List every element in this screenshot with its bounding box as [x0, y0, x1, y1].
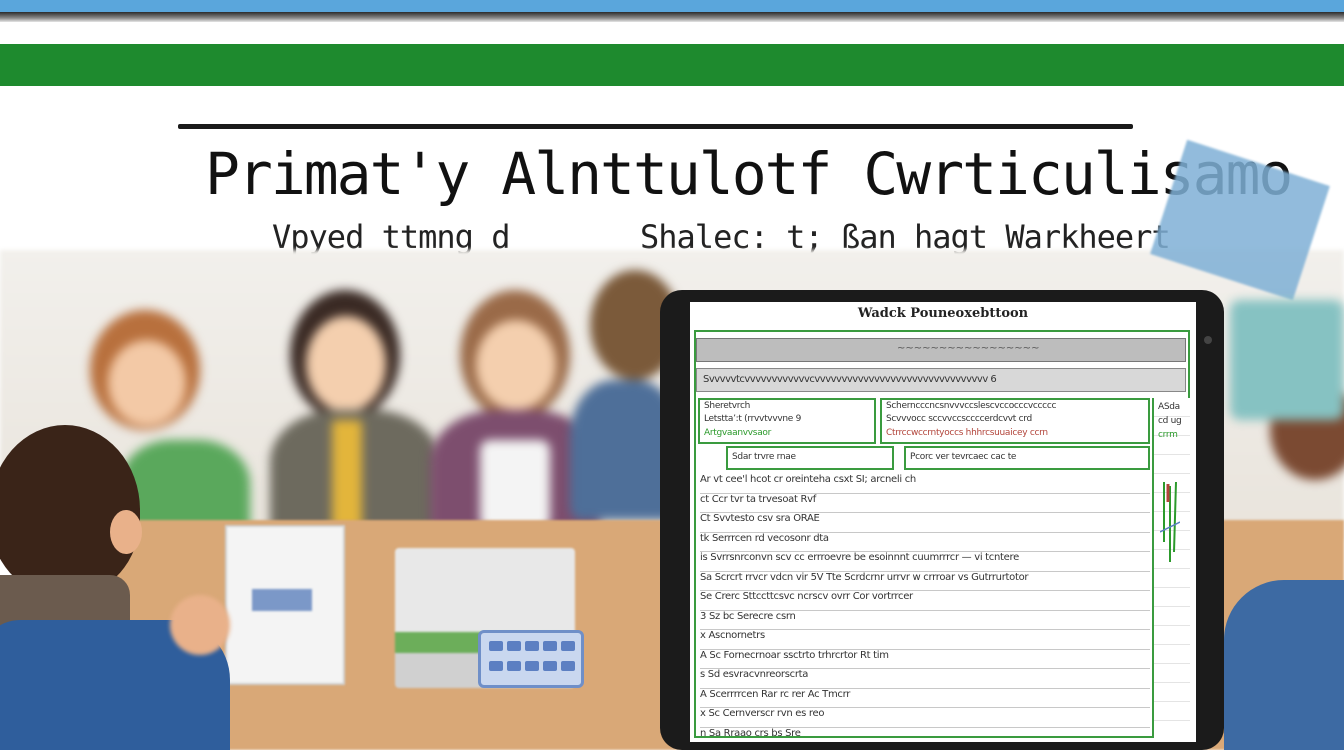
- box-line: Ctrrccwccrntyoccs hhhrcsuuaicey ccrn: [886, 428, 1048, 438]
- worksheet-line: tk Serrrcen rd vecosonr dta: [700, 533, 1150, 552]
- green-header-band: [0, 44, 1344, 86]
- worksheet-title: Wadck Pouneoxebttoon: [857, 306, 1029, 321]
- calculator-icon: [478, 630, 584, 688]
- worksheet-line: A Sc Fornecrnoar ssctrto trhrcrtor Rt ti…: [700, 650, 1150, 669]
- worksheet-line: 3 Sz bc Serecre csrn: [700, 611, 1150, 630]
- worksheet-line: Ar vt cee'l hcot cr oreinteha csxt SI; a…: [700, 474, 1150, 494]
- worksheet-line: ct Ccr tvr ta trvesoat Rvf: [700, 494, 1150, 513]
- worksheet-line: is Svrrsnrconvn scv cc errroevre be esoi…: [700, 552, 1150, 572]
- field-text: Sdar trvre rnae: [732, 452, 796, 462]
- box-line: Artgvaanvvsaor: [704, 428, 772, 438]
- worksheet-screen: Wadck Pouneoxebttoon ~~~~~~~~~~~~~~~~~ S…: [690, 302, 1196, 742]
- side-graph-icon: [1160, 482, 1180, 562]
- info-box-left: Sheretvrch Letstta’:t (rrvvtvvvne 9 Artg…: [698, 398, 876, 444]
- top-shadow-edge: [0, 12, 1344, 22]
- field-box-right: Pcorc ver tevrcaec cac te: [904, 446, 1150, 470]
- foreground-student: [0, 425, 240, 750]
- paper-stack: [225, 525, 345, 685]
- worksheet-line: x Ascnornetrs: [700, 630, 1150, 650]
- worksheet-lines: Ar vt cee'l hcot cr oreinteha csxt SI; a…: [700, 474, 1150, 742]
- worksheet-line: s Sd esvracvnreorscrta: [700, 669, 1150, 689]
- right-student: [1224, 580, 1344, 750]
- worksheet-line: n Sa Rraao crs bs Sre: [700, 728, 1150, 743]
- title-rule: [178, 124, 1133, 129]
- worksheet-line: Sa Scrcrt rrvcr vdcn vir 5V Tte Scrdcrnr…: [700, 572, 1150, 591]
- worksheet-line: Ct Svvtesto csv sra ORAE: [700, 513, 1150, 533]
- side-label: crrm: [1158, 430, 1178, 440]
- field-box-left: Sdar trvre rnae: [726, 446, 894, 470]
- camera-icon: [1204, 336, 1212, 344]
- box-line: Sheretvrch: [704, 401, 751, 411]
- worksheet-header-bar: ~~~~~~~~~~~~~~~~~: [696, 338, 1186, 362]
- tablet-device: Wadck Pouneoxebttoon ~~~~~~~~~~~~~~~~~ S…: [660, 290, 1224, 750]
- top-blue-bar: [0, 0, 1344, 12]
- info-box-right: Scherncccncsnvvvccslescvccocccvccccc Scv…: [880, 398, 1150, 444]
- box-line: Letstta’:t (rrvvtvvvne 9: [704, 414, 802, 424]
- worksheet-line: x Sc Cernverscr rvn es reo: [700, 708, 1150, 728]
- page-title: Primat'y Alnttulotf Cwrticulisamo: [205, 140, 1293, 208]
- subheader-bar-text: Svvvvvtcvvvvvvvvvvvvcvvvvvvvvvvvvvvvvvvv…: [703, 374, 997, 385]
- box-line: Scherncccncsnvvvccslescvccocccvccccc: [886, 401, 1057, 411]
- box-line: Scvvvocc sccvvccsccccerdcvvt crd: [886, 414, 1032, 424]
- side-label: cd ug: [1158, 416, 1182, 426]
- worksheet-subheader-bar: Svvvvvtcvvvvvvvvvvvvcvvvvvvvvvvvvvvvvvvv…: [696, 368, 1186, 392]
- field-text: Pcorc ver tevrcaec cac te: [910, 452, 1017, 462]
- side-label: ASda: [1158, 402, 1180, 412]
- worksheet-line: A Scerrrrcen Rar rc rer Ac Tmcrr: [700, 689, 1150, 708]
- worksheet-line: Se Crerc Sttccttcsvc ncrscv ovrr Cor vor…: [700, 591, 1150, 611]
- header-bar-text: ~~~~~~~~~~~~~~~~~: [897, 343, 1040, 354]
